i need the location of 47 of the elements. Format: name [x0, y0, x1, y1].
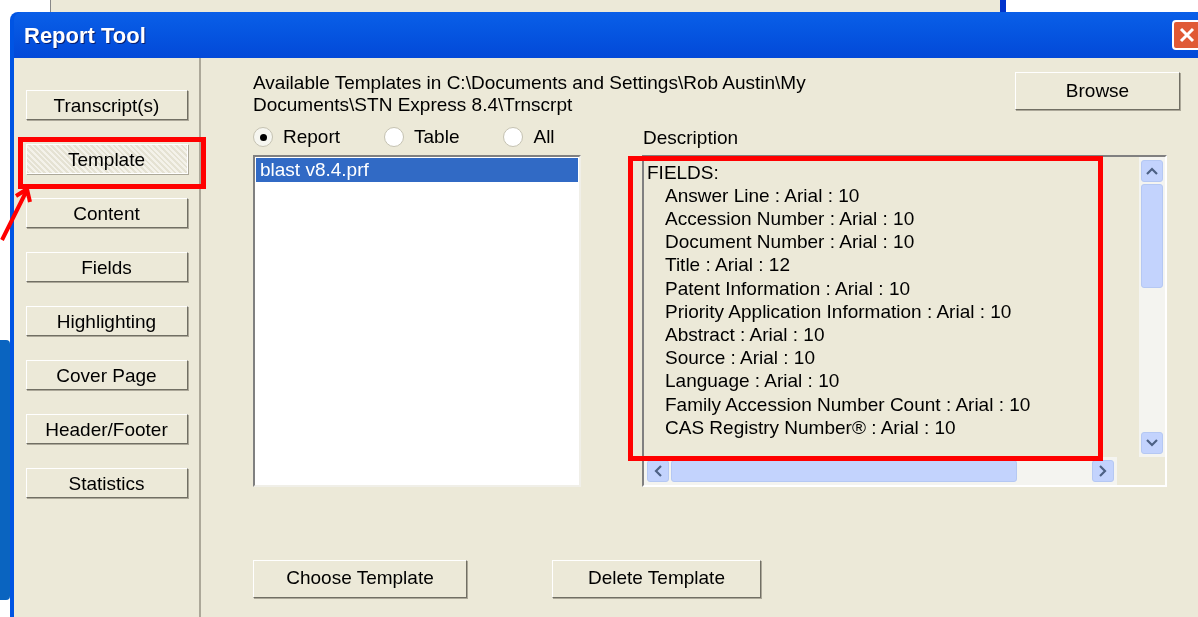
radio-button[interactable]	[384, 127, 405, 148]
description-line: Source : Arial : 10	[664, 346, 816, 370]
template-action-button[interactable]: Choose Template	[253, 559, 467, 598]
description-label: Description	[643, 126, 739, 150]
scroll-down-button[interactable]	[1141, 431, 1163, 454]
sidebar-button[interactable]: Statistics	[25, 468, 188, 498]
chevron-left-icon	[654, 464, 662, 477]
window-title: Report Tool	[24, 21, 146, 50]
chevron-up-icon	[1146, 166, 1158, 175]
sidebar-button[interactable]: Highlighting	[25, 306, 188, 336]
description-line: CAS Registry Number® : Arial : 10	[664, 415, 957, 439]
scroll-right-button[interactable]	[1092, 459, 1114, 482]
template-action-button[interactable]: Delete Template	[552, 559, 761, 598]
radio-label: Table	[414, 125, 460, 149]
sidebar-button[interactable]: Template	[25, 144, 188, 174]
scroll-thumb[interactable]	[1141, 183, 1163, 288]
radio-label: All	[533, 125, 555, 149]
sidebar-button[interactable]: Cover Page	[25, 360, 188, 390]
sidebar-button[interactable]: Header/Footer	[25, 414, 188, 444]
sidebar-button[interactable]: Transcript(s)	[25, 90, 188, 120]
close-button[interactable]	[1172, 20, 1198, 50]
radio-label: Report	[283, 125, 341, 149]
scroll-left-button[interactable]	[647, 459, 669, 482]
description-line: Abstract : Arial : 10	[664, 322, 826, 347]
vertical-scrollbar[interactable]	[1139, 156, 1165, 457]
radio-button[interactable]	[253, 127, 273, 148]
chevron-down-icon	[1146, 438, 1158, 447]
sidebar-button[interactable]: Fields	[25, 252, 188, 282]
description-line: Family Accession Number Count : Arial : 10	[664, 392, 1032, 416]
browse-button[interactable]: Browse	[1015, 72, 1180, 110]
scroll-up-button[interactable]	[1141, 159, 1163, 182]
description-heading: FIELDS:	[647, 160, 720, 184]
description-line: Priority Application Information : Arial : 10	[664, 299, 1013, 323]
description-line: Language : Arial : 10	[664, 369, 841, 393]
scroll-thumb[interactable]	[671, 459, 1017, 482]
description-line: Title : Arial : 12	[664, 253, 791, 277]
templates-path-label: Available Templates in C:\Documents and Settings\Rob Austin\My Documents\STN Express 8.4\Trnscrpt	[253, 72, 807, 116]
chevron-right-icon	[1099, 464, 1107, 477]
annotation-arrow	[0, 186, 34, 242]
sidebar-button[interactable]: Content	[25, 198, 188, 228]
description-line: Document Number : Arial : 10	[664, 230, 916, 254]
description-line: Accession Number : Arial : 10	[664, 206, 916, 231]
description-line: Patent Information : Arial : 10	[664, 276, 912, 300]
template-item[interactable]: blast v8.4.prf	[256, 157, 578, 182]
radio-button[interactable]	[503, 127, 524, 148]
description-line: Answer Line : Arial : 10	[664, 183, 861, 207]
close-icon	[1179, 27, 1195, 43]
